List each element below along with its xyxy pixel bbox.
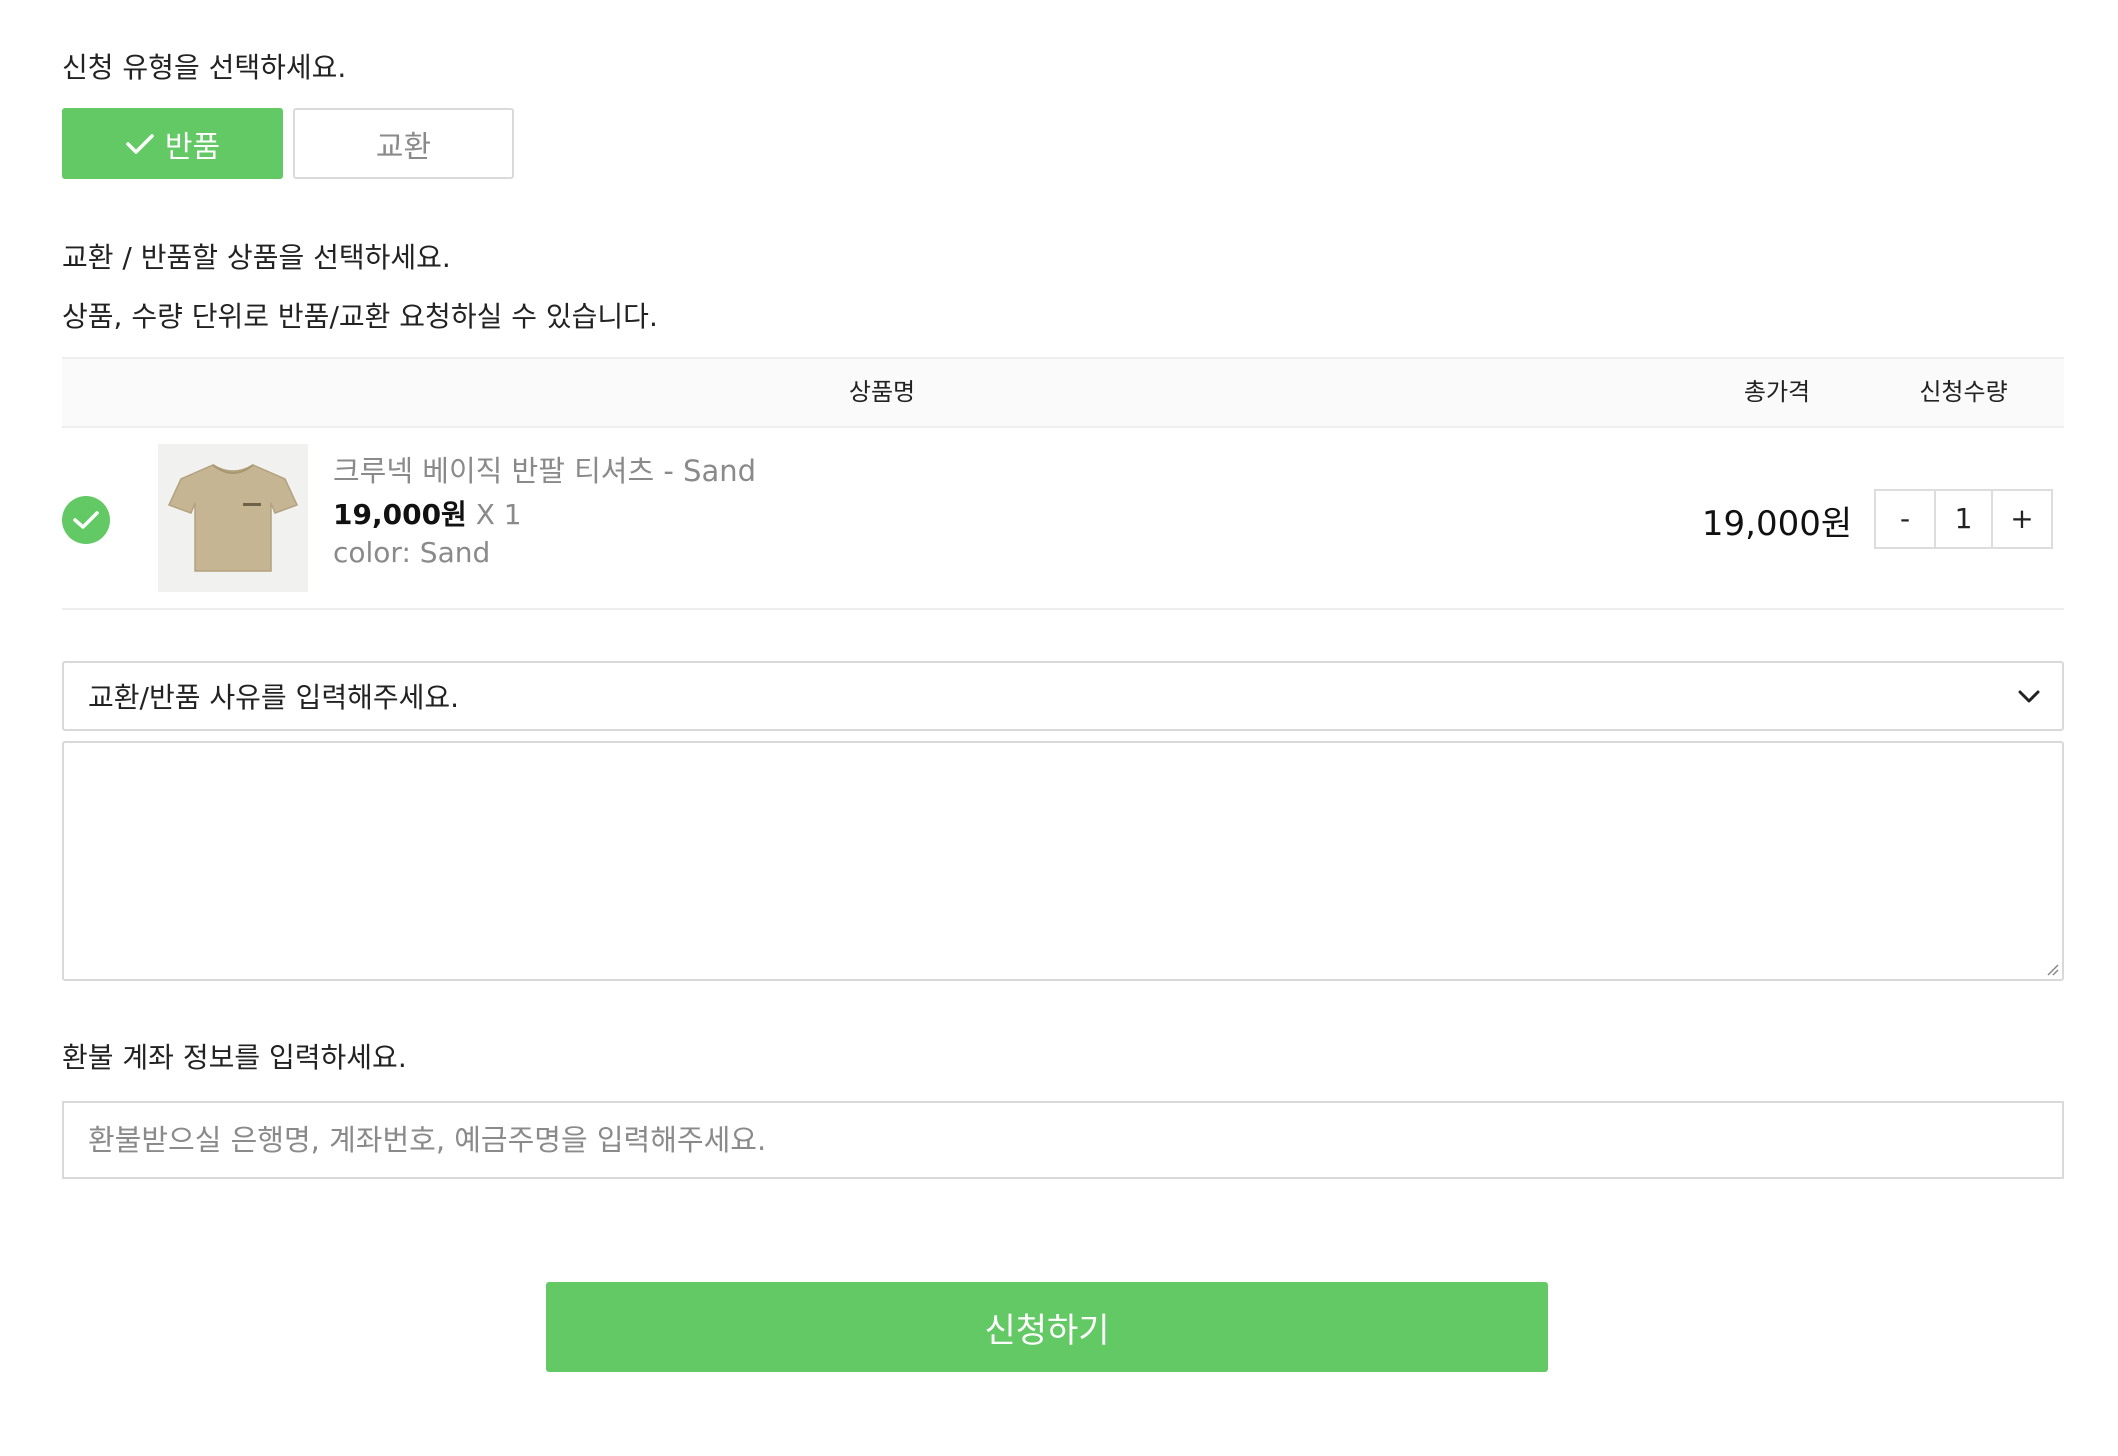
return-type-label: 반품 (164, 129, 221, 165)
type-section-title: 신청 유형을 선택하세요. (62, 51, 347, 84)
reason-select[interactable]: 교환/반품 사유를 입력해주세요. (62, 661, 2064, 731)
quantity-decrease-button[interactable]: - (1876, 491, 1934, 547)
refund-section-title: 환불 계좌 정보를 입력하세요. (62, 1041, 407, 1074)
quantity-increase-button[interactable]: + (1993, 491, 2051, 547)
product-option: color: Sand (333, 536, 491, 569)
resize-grip-icon[interactable] (2044, 961, 2060, 977)
product-thumbnail (158, 444, 308, 592)
product-section-subtitle: 상품, 수량 단위로 반품/교환 요청하실 수 있습니다. (62, 300, 658, 333)
product-unit-price: 19,000원 X 1 (333, 493, 522, 533)
refund-account-input[interactable] (62, 1101, 2064, 1179)
table-row: 크루넥 베이직 반팔 티셔츠 - Sand 19,000원 X 1 color:… (62, 428, 2064, 610)
column-header-total: 총가격 (1743, 378, 1811, 406)
submit-button[interactable]: 신청하기 (546, 1282, 1548, 1372)
quantity-stepper: - 1 + (1874, 489, 2053, 549)
product-multiplier: X 1 (475, 498, 522, 531)
reason-textarea[interactable] (62, 741, 2064, 981)
item-select-checkbox[interactable] (62, 496, 110, 544)
check-icon (126, 133, 154, 154)
product-price: 19,000원 (333, 498, 467, 531)
column-header-quantity: 신청수량 (1919, 378, 2008, 406)
exchange-type-label: 교환 (375, 129, 432, 165)
product-total-price: 19,000원 (1701, 504, 1853, 544)
chevron-down-icon (2018, 690, 2040, 703)
exchange-type-button[interactable]: 교환 (293, 108, 514, 179)
check-circle-icon (73, 511, 99, 529)
column-header-name: 상품명 (848, 378, 916, 406)
product-name: 크루넥 베이직 반팔 티셔츠 - Sand (333, 454, 757, 488)
tshirt-image (167, 464, 299, 572)
reason-select-value: 교환/반품 사유를 입력해주세요. (88, 681, 460, 714)
quantity-value[interactable]: 1 (1934, 491, 1993, 547)
product-section-title: 교환 / 반품할 상품을 선택하세요. (62, 241, 451, 274)
product-table-header: 상품명 총가격 신청수량 (62, 357, 2064, 428)
return-type-button[interactable]: 반품 (62, 108, 283, 179)
